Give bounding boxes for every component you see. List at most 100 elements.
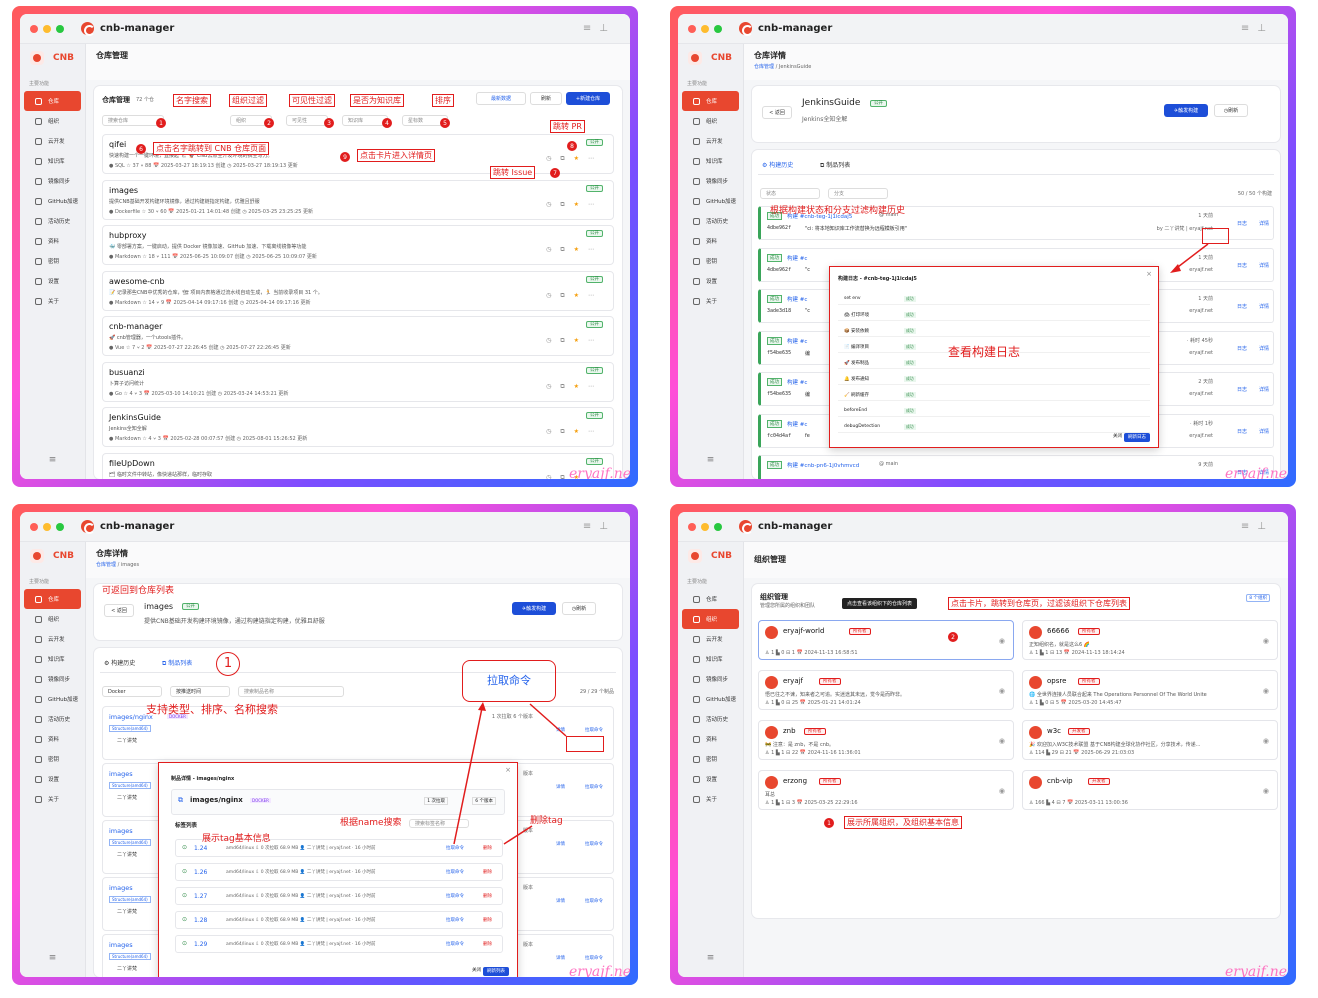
sidebar-item-5[interactable]: GitHub加速 [24,191,81,211]
view-icon[interactable]: ◉ [999,737,1005,745]
tag-pull-button[interactable]: 拉取命令 [446,893,464,899]
detail-button[interactable]: 详情 [1259,345,1269,352]
sidebar-item-8[interactable]: 密钥 [682,749,739,769]
sidebar-item-1[interactable]: 组织 [682,111,739,131]
view-icon[interactable]: ◉ [1263,637,1269,645]
close-icon[interactable]: × [1146,270,1152,278]
sidebar-item-2[interactable]: 云开发 [24,131,81,151]
minimize-window-button[interactable] [701,24,709,33]
log-step[interactable]: 🖨 打印环境 成功 [838,309,1150,321]
back-button[interactable]: < 返回 [104,604,134,617]
log-step[interactable]: beforeEnd 成功 [838,405,1150,417]
view-icon[interactable]: ◉ [1263,737,1269,745]
latest-data-button[interactable]: 最新数据 [476,92,526,105]
tab-build-history[interactable]: ⚙ 构建历史 [762,160,793,169]
collapse-menu-icon[interactable]: ≡ [678,455,743,465]
sidebar-item-6[interactable]: 活动历史 [24,211,81,231]
repo-actions[interactable]: ◷⧉★⋯ [546,292,603,300]
tag-row[interactable]: ⊙ 1.29 amd64/linux ⇩ 0 次拉取 68.9 MB 👤 二丫讲梵 … [175,935,503,953]
tag-delete-button[interactable]: 删除 [483,845,492,851]
detail-button[interactable]: 详情 [556,841,565,847]
org-name[interactable]: eryajf-world [783,627,824,635]
log-button[interactable]: 日志 [1237,345,1247,352]
sidebar-item-1[interactable]: 组织 [24,111,81,131]
org-card[interactable]: eryajf 所有者 悟已往之不谏，知来者之可追。实迷途其未远，觉今是而昨非。 ♙ 1… [758,670,1014,710]
repo-card[interactable]: hubproxy 🐳 零部署方案，一键启动，提供 Docker 镜像加速、GitH… [102,225,614,265]
sidebar-item-4[interactable]: 镜像同步 [682,669,739,689]
type-filter[interactable]: Docker [102,686,162,697]
org-card[interactable]: cnb-vip 开发者 ♙ 166 ▙ 4 ⊟ 7 📅 2025-03-11 13:… [1022,770,1278,810]
log-step[interactable]: 📦 安装依赖 成功 [838,325,1150,337]
sidebar-item-10[interactable]: 关于 [682,291,739,311]
detail-button[interactable]: 详情 [1259,262,1269,269]
org-card[interactable]: eryajf-world 所有者 ♙ 1 ▙ 0 ⊟ 1 📅 2024-11-13 … [758,620,1014,660]
sidebar-item-10[interactable]: 关于 [24,291,81,311]
minimize-window-button[interactable] [43,24,51,33]
repo-name[interactable]: JenkinsGuide [109,413,161,422]
repo-name[interactable]: images [144,602,173,611]
repo-actions[interactable]: ◷⧉★⋯ [546,155,603,163]
sidebar-item-2[interactable]: 云开发 [682,131,739,151]
tag-delete-button[interactable]: 删除 [483,941,492,947]
close-window-button[interactable] [30,522,38,531]
maximize-window-button[interactable] [714,522,722,531]
tag-pull-button[interactable]: 拉取命令 [446,941,464,947]
trigger-build-button[interactable]: ✈触发构建 [1164,104,1208,117]
sidebar-item-5[interactable]: GitHub加速 [24,689,81,709]
sidebar-item-3[interactable]: 知识库 [682,649,739,669]
log-step[interactable]: debugDetection 成功 [838,421,1150,433]
repo-card[interactable]: cnb-manager 🚀 cnb管理器，一个utools插件。 ● Vue ☆ 7… [102,316,614,356]
sidebar-item-9[interactable]: 设置 [682,769,739,789]
repo-name[interactable]: qifei [109,140,126,149]
modal-close-button[interactable]: 关闭 [1113,433,1122,439]
sidebar-item-4[interactable]: 镜像同步 [682,171,739,191]
visibility-filter[interactable]: 可见性 [286,115,328,126]
log-step[interactable]: 🧹 刷新缓存 成功 [838,389,1150,401]
sidebar-item-10[interactable]: 关于 [24,789,81,809]
sidebar-item-3[interactable]: 知识库 [682,151,739,171]
close-window-button[interactable] [30,24,38,33]
detail-button[interactable]: 详情 [1259,386,1269,393]
tag-delete-button[interactable]: 删除 [483,917,492,923]
tab-build-history[interactable]: ⚙ 构建历史 [104,658,135,667]
org-card[interactable]: erzong 所有者 耳总 ♙ 1 ▙ 1 ⊟ 3 📅 2025-03-25 22:2… [758,770,1014,810]
artifact-name[interactable]: images [109,884,133,892]
repo-actions[interactable]: ◷⧉★⋯ [546,383,603,391]
org-card[interactable]: w3c 开发者 🎉 欢迎加入W3C技术联盟 基于CNB构建全球化协作社区，分享技术，… [1022,720,1278,760]
repo-card[interactable]: busuanzi 卜算子访问统计 ● Go ☆ 4 ⑂ 3 📅 2025-03-10… [102,361,614,402]
repo-name[interactable]: images [109,186,138,195]
pull-command-button[interactable]: 拉取命令 [585,898,603,904]
close-window-button[interactable] [688,24,696,33]
log-button[interactable]: 日志 [1237,220,1247,227]
sidebar-item-3[interactable]: 知识库 [24,151,81,171]
close-icon[interactable]: × [505,766,511,774]
repo-name[interactable]: busuanzi [109,368,145,377]
repo-card[interactable]: fileUpDown 🗂 临时文件中转站，像快递站那样，临时存取 公开 ◷⧉★⋯ [102,452,614,479]
sidebar-item-7[interactable]: 资料 [24,729,81,749]
sidebar-item-0[interactable]: 仓库 [24,589,81,609]
sidebar-item-9[interactable]: 设置 [24,769,81,789]
sidebar-item-4[interactable]: 镜像同步 [24,669,81,689]
org-name[interactable]: eryajf [783,677,803,685]
sidebar-item-7[interactable]: 资料 [24,231,81,251]
tag-search-input[interactable]: 搜索标签名称 [409,819,469,828]
repo-actions[interactable]: ◷⧉★⋯ [546,337,603,345]
log-button[interactable]: 日志 [1237,303,1247,310]
tag-row[interactable]: ⊙ 1.28 amd64/linux ⇩ 0 次拉取 68.9 MB 👤 二丫讲梵 … [175,911,503,929]
build-title[interactable]: 构建 #c [787,295,807,303]
breadcrumb-link[interactable]: 仓库管理 [754,64,774,70]
detail-button[interactable]: 详情 [1259,428,1269,435]
sidebar-item-1[interactable]: 组织 [24,609,81,629]
maximize-window-button[interactable] [56,522,64,531]
repo-name[interactable]: JenkinsGuide [802,98,860,108]
menu-pin-icons[interactable]: ≡⊥ [583,521,616,532]
menu-pin-icons[interactable]: ≡⊥ [1241,23,1274,34]
sidebar-item-6[interactable]: 活动历史 [682,709,739,729]
refresh-button[interactable]: ◷刷新 [562,602,596,615]
view-icon[interactable]: ◉ [1263,787,1269,795]
sort-select[interactable]: 按推送时间 [170,686,230,697]
sidebar-item-0[interactable]: 仓库 [682,589,739,609]
repo-card[interactable]: awesome-cnb 📝 记录那些CNB中优秀的仓库，🏗 项目内表格通过流水线自… [102,270,614,311]
detail-button[interactable]: 详情 [556,784,565,790]
collapse-menu-icon[interactable]: ≡ [20,953,85,963]
